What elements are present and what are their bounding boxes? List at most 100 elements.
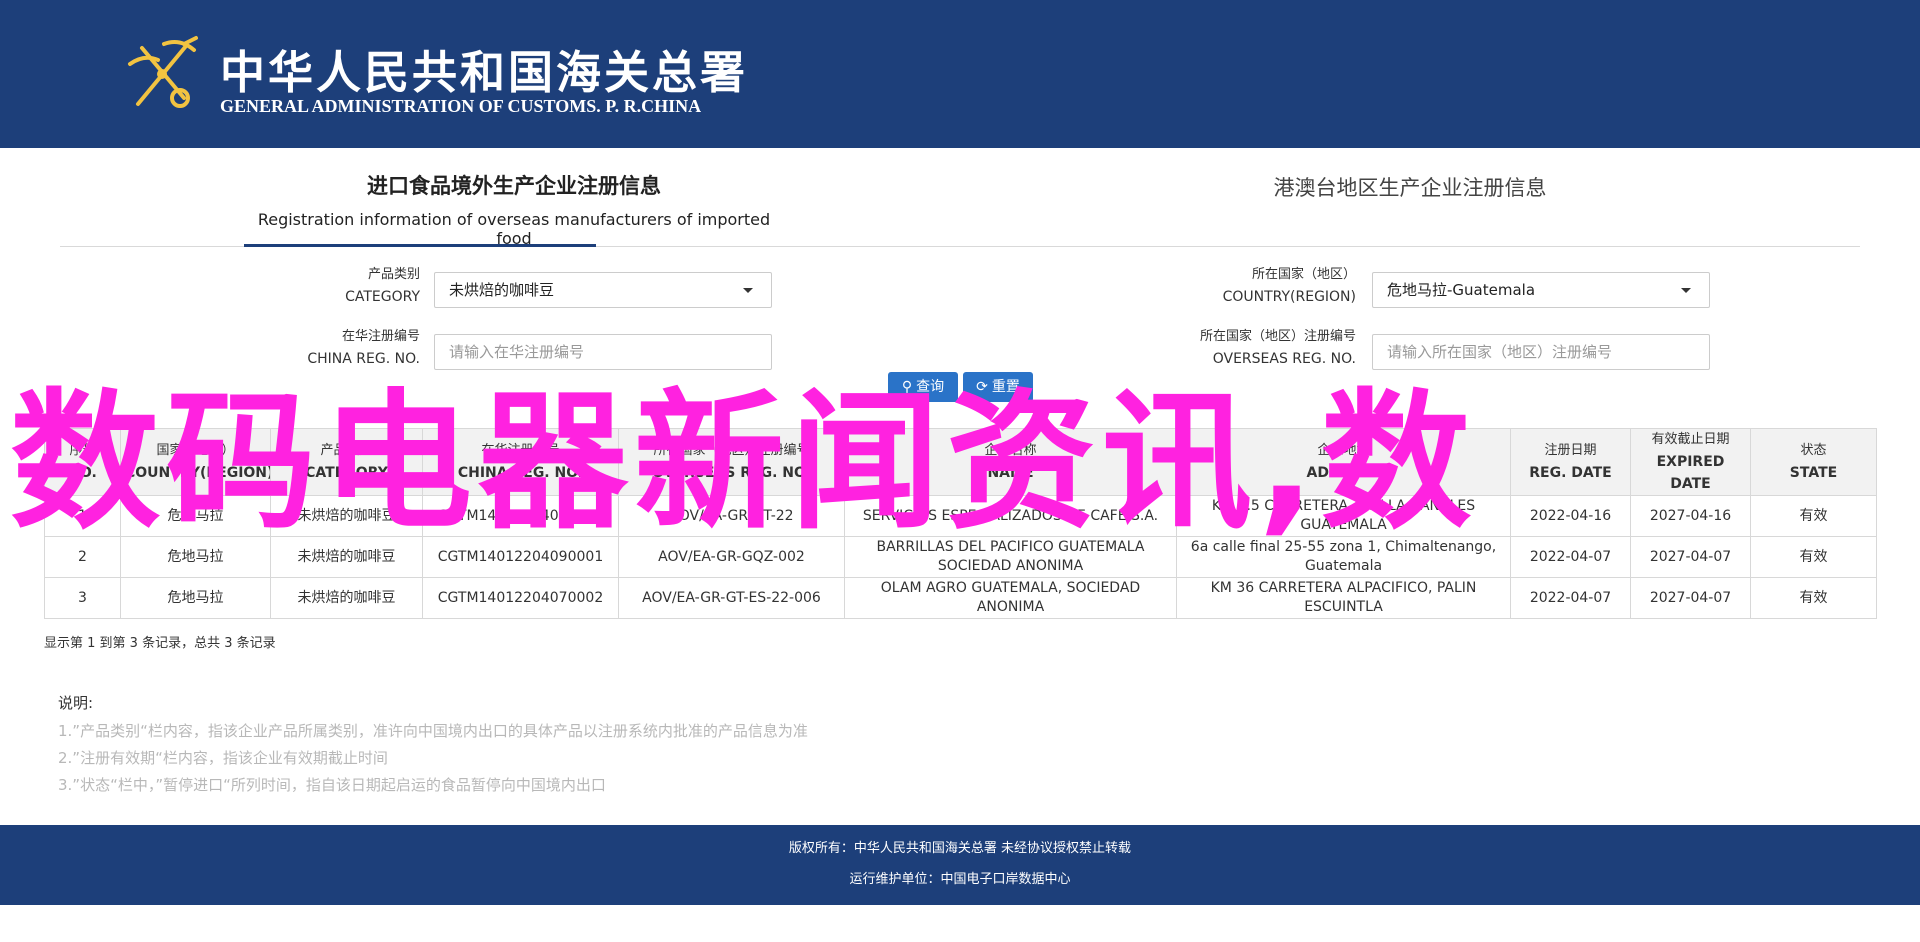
chevron-down-icon <box>1681 288 1691 293</box>
column-header-en: REG. DATE <box>1529 465 1612 481</box>
notes-title: 说明: <box>58 694 94 712</box>
country-select[interactable]: 危地马拉-Guatemala <box>1372 272 1710 308</box>
site-header: 中华人民共和国海关总署 GENERAL ADMINISTRATION OF CU… <box>0 0 1920 148</box>
table-row: 2 危地马拉 未烘焙的咖啡豆 CGTM14012204090001 AOV/EA… <box>44 536 1877 578</box>
table-cell: OLAM AGRO GUATEMALA, SOCIEDAD ANONIMA <box>844 577 1177 619</box>
category-label-cn: 产品类别 <box>367 267 420 282</box>
table-cell: KM 36 CARRETERA ALPACIFICO, PALIN ESCUIN… <box>1176 577 1511 619</box>
column-header[interactable]: 注册日期 REG. DATE <box>1510 428 1631 496</box>
table-cell: 2027-04-07 <box>1630 536 1751 578</box>
country-label-cn: 所在国家（地区） <box>1251 267 1356 282</box>
site-title-en: GENERAL ADMINISTRATION OF CUSTOMS. P. R.… <box>220 96 702 116</box>
table-cell: 危地马拉 <box>120 577 271 619</box>
table-cell: 未烘焙的咖啡豆 <box>270 577 423 619</box>
note-item: 3.”状态“栏中，”暂停进口“所列时间，指自该日期起启运的食品暂停向中国境内出口 <box>58 776 606 794</box>
column-header-en: NAME <box>987 465 1034 481</box>
category-select-value: 未烘焙的咖啡豆 <box>449 281 555 299</box>
table-cell: 1 <box>44 495 121 537</box>
search-button[interactable]: ⚲ 查询 <box>888 372 958 402</box>
category-label: 产品类别 CATEGORY <box>220 264 420 308</box>
table-cell: 危地马拉 <box>120 536 271 578</box>
column-header-cn: 序号 <box>69 443 96 458</box>
table-cell: AOV/EA-GR-GQZ-002 <box>618 536 845 578</box>
site-title-cn: 中华人民共和国海关总署 <box>220 46 749 99</box>
table-cell: 危地马拉 <box>120 495 271 537</box>
search-icon: ⚲ <box>901 379 913 395</box>
column-header[interactable]: 有效截止日期 EXPIRED DATE <box>1630 428 1751 496</box>
country-select-value: 危地马拉-Guatemala <box>1387 281 1536 299</box>
column-header[interactable]: 状态 STATE <box>1750 428 1877 496</box>
search-button-label: 查询 <box>916 379 945 395</box>
note-item: 2.”注册有效期“栏内容，指该企业有效期截止时间 <box>58 749 388 767</box>
column-header[interactable]: 国家（地区） COUNTRY(REGION) <box>120 428 271 496</box>
pagination-summary: 显示第 1 到第 3 条记录，总共 3 条记录 <box>44 636 276 651</box>
table-cell: SERVICIOS ESPECIALIZADOS DE CAFE S.A. <box>844 495 1177 537</box>
site-footer: 版权所有：中华人民共和国海关总署 未经协议授权禁止转载 运行维护单位：中国电子口… <box>0 825 1920 905</box>
tab-overseas-label-en: Registration information of overseas man… <box>257 210 771 248</box>
table-cell: 未烘焙的咖啡豆 <box>270 495 423 537</box>
column-header-en: EXPIRED DATE <box>1656 454 1725 492</box>
column-header-cn: 有效截止日期 <box>1651 432 1730 447</box>
column-header-cn: 企业地址 <box>1317 443 1370 458</box>
column-header[interactable]: 企业名称 NAME <box>844 428 1177 496</box>
note-item: 1.”产品类别“栏内容，指该企业产品所属类别，准许向中国境内出口的具体产品以注册… <box>58 722 808 740</box>
column-header[interactable]: 序号 NO. <box>44 428 121 496</box>
country-label: 所在国家（地区） COUNTRY(REGION) <box>1060 264 1356 308</box>
column-header-cn: 在华注册编号 <box>481 443 560 458</box>
table-cell: 有效 <box>1750 536 1877 578</box>
active-tab-indicator <box>244 244 596 247</box>
tab-overseas-registration[interactable]: 进口食品境外生产企业注册信息 Registration information … <box>244 170 784 248</box>
table-cell: KM 5.5 CARRETERA A VILLA CANALES GUATEMA… <box>1176 495 1511 537</box>
table-cell: 2022-04-16 <box>1510 495 1631 537</box>
column-header-en: ADDRESS <box>1306 465 1381 481</box>
footer-copyright: 版权所有：中华人民共和国海关总署 未经协议授权禁止转载 <box>788 841 1132 856</box>
table-cell: CGTM14012204070002 <box>422 577 619 619</box>
table-row: 3 危地马拉 未烘焙的咖啡豆 CGTM14012204070002 AOV/EA… <box>44 577 1877 619</box>
column-header[interactable]: 在华注册编号 CHINA REG. NO. <box>422 428 619 496</box>
table-cell: 有效 <box>1750 577 1877 619</box>
china-reg-label: 在华注册编号 CHINA REG. NO. <box>220 326 420 370</box>
column-header-en: CHINA REG. NO. <box>457 465 584 481</box>
country-label-en: COUNTRY(REGION) <box>1222 289 1356 305</box>
table-cell: BARRILLAS DEL PACIFICO GUATEMALA SOCIEDA… <box>844 536 1177 578</box>
reset-button-label: 重置 <box>991 379 1020 395</box>
column-header-cn: 国家（地区） <box>156 443 235 458</box>
table-cell: 未烘焙的咖啡豆 <box>270 536 423 578</box>
column-header-en: STATE <box>1789 465 1838 481</box>
chevron-down-icon <box>743 288 753 293</box>
column-header-cn: 注册日期 <box>1544 443 1597 458</box>
table-cell: CGTM14012204090003 <box>422 495 619 537</box>
table-cell: 2022-04-07 <box>1510 536 1631 578</box>
column-header-cn: 企业名称 <box>984 443 1037 458</box>
category-label-en: CATEGORY <box>345 289 420 305</box>
customs-emblem-icon <box>128 36 198 108</box>
category-select[interactable]: 未烘焙的咖啡豆 <box>434 272 772 308</box>
refresh-icon: ⟳ <box>976 379 988 395</box>
reset-button[interactable]: ⟳ 重置 <box>963 372 1033 402</box>
table-cell: AOV/EA-GR-GT-22 <box>618 495 845 537</box>
china-reg-label-en: CHINA REG. NO. <box>307 351 420 367</box>
column-header-en: CATEGORY <box>305 465 388 481</box>
table-cell: 有效 <box>1750 495 1877 537</box>
column-header-cn: 产品类别 <box>320 443 373 458</box>
table-cell: CGTM14012204090001 <box>422 536 619 578</box>
overseas-reg-input[interactable]: 请输入所在国家（地区）注册编号 <box>1372 334 1710 370</box>
tab-overseas-label-cn: 进口食品境外生产企业注册信息 <box>367 173 661 198</box>
table-cell: 6a calle final 25-55 zona 1, Chimaltenan… <box>1176 536 1511 578</box>
china-reg-input[interactable]: 请输入在华注册编号 <box>434 334 772 370</box>
column-header[interactable]: 所在国家（地区）注册编号 OVERSEAS REG. NO. <box>618 428 845 496</box>
column-header[interactable]: 产品类别 CATEGORY <box>270 428 423 496</box>
footer-maintainer: 运行维护单位：中国电子口岸数据中心 <box>849 872 1071 887</box>
table-cell: 2027-04-07 <box>1630 577 1751 619</box>
table-cell: 3 <box>44 577 121 619</box>
china-reg-label-cn: 在华注册编号 <box>341 329 420 344</box>
table-header-row: 序号 NO. 国家（地区） COUNTRY(REGION) 产品类别 CATEGORY… <box>44 428 1877 496</box>
table-cell: 2 <box>44 536 121 578</box>
column-header[interactable]: 企业地址 ADDRESS <box>1176 428 1511 496</box>
table-cell: AOV/EA-GR-GT-ES-22-006 <box>618 577 845 619</box>
table-row: 1 危地马拉 未烘焙的咖啡豆 CGTM14012204090003 AOV/EA… <box>44 495 1877 537</box>
tab-hk-macao-taiwan[interactable]: 港澳台地区生产企业注册信息 <box>1200 172 1620 202</box>
column-header-cn: 所在国家（地区）注册编号 <box>653 443 810 458</box>
table-cell: 2027-04-16 <box>1630 495 1751 537</box>
overseas-reg-label-cn: 所在国家（地区）注册编号 <box>1199 329 1356 344</box>
